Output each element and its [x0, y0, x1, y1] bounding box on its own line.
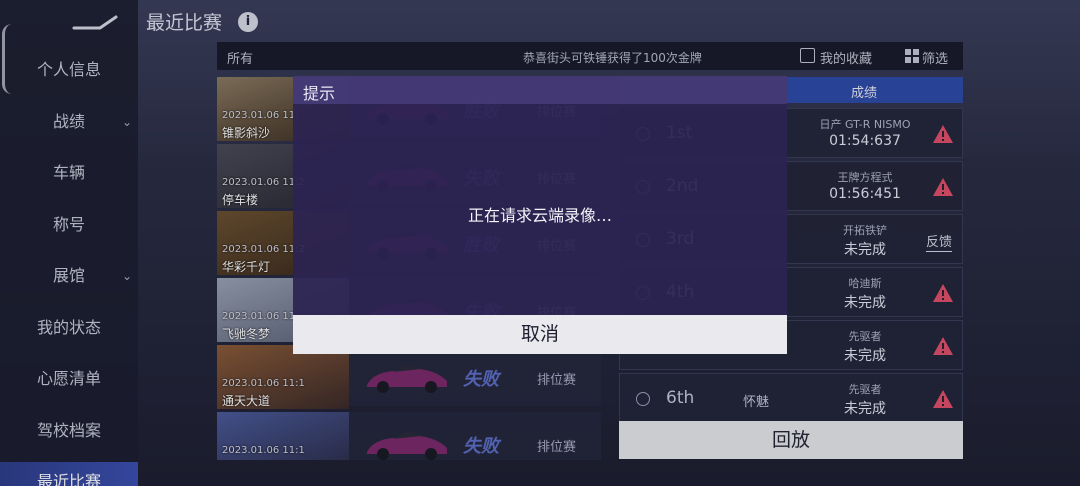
dialog-header: 提示	[293, 76, 787, 104]
cancel-button[interactable]: 取消	[293, 315, 787, 354]
loading-dialog: 提示 正在请求云端录像… 取消	[293, 76, 787, 354]
dialog-title: 提示	[303, 84, 336, 103]
dialog-message: 正在请求云端录像…	[467, 206, 612, 225]
